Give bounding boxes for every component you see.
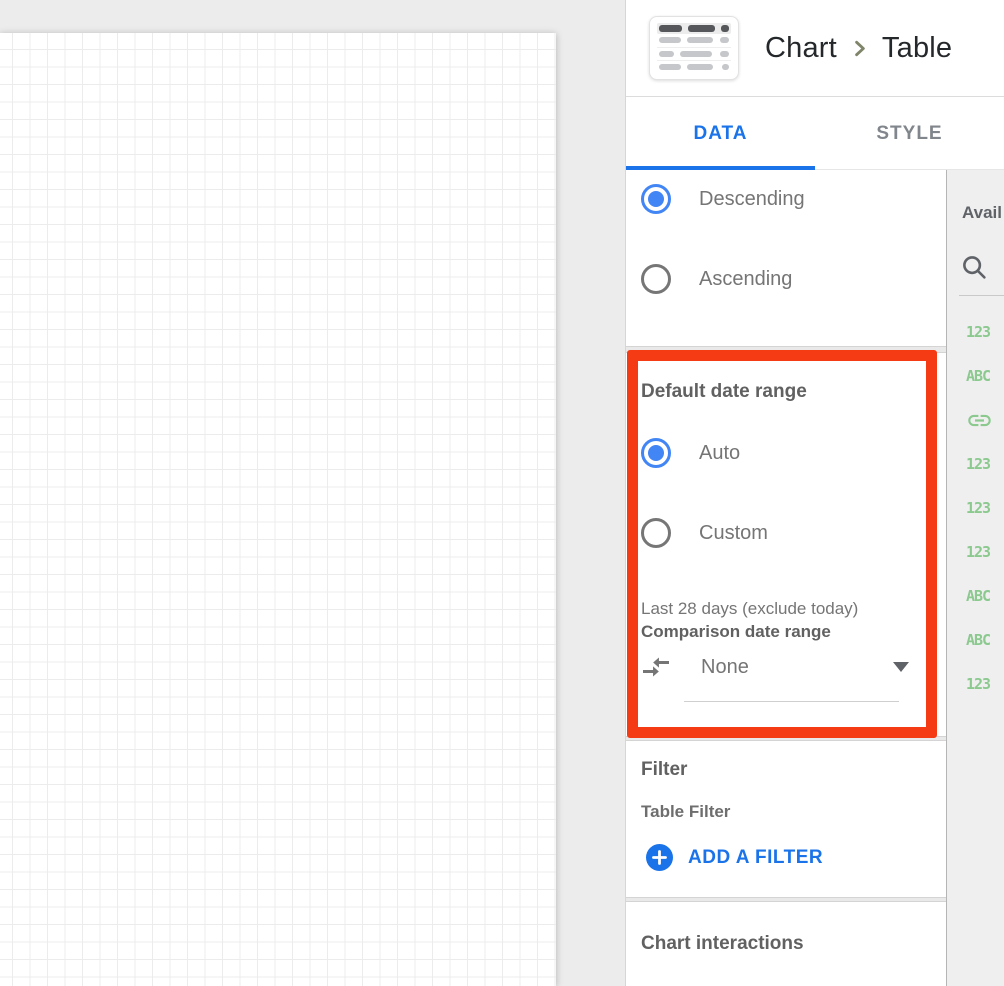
sort-section: Descending Ascending xyxy=(626,170,946,346)
comparison-date-range-label: Comparison date range xyxy=(641,622,831,642)
default-date-range-section: Default date range Auto Custom Last 28 d… xyxy=(626,353,946,741)
field-type-text-icon[interactable]: ABC xyxy=(947,574,1004,618)
table-chart-thumbnail-icon xyxy=(649,16,739,80)
plus-circle-icon xyxy=(646,844,673,871)
filter-subtitle: Table Filter xyxy=(641,802,730,822)
radio-descending-label: Descending xyxy=(699,188,805,211)
radio-auto[interactable] xyxy=(641,438,671,468)
report-canvas-grid[interactable] xyxy=(0,33,556,986)
dropdown-underline xyxy=(684,701,899,702)
panel-tabbar: DATA STYLE xyxy=(626,98,1004,170)
add-filter-button[interactable]: ADD A FILTER xyxy=(646,844,823,871)
compare-arrows-icon xyxy=(641,654,671,680)
breadcrumb-parent[interactable]: Chart xyxy=(765,32,837,65)
date-range-option-custom[interactable]: Custom xyxy=(641,517,768,549)
date-range-current-value: Last 28 days (exclude today) xyxy=(641,599,858,619)
date-range-title: Default date range xyxy=(641,381,807,403)
chart-interactions-section: Chart interactions xyxy=(626,902,946,986)
chevron-right-icon xyxy=(848,37,871,60)
field-type-url-icon[interactable] xyxy=(947,398,1004,442)
tab-data[interactable]: DATA xyxy=(626,98,815,169)
fields-divider xyxy=(959,295,1004,296)
breadcrumb: Chart Table xyxy=(765,32,952,65)
field-type-text-icon[interactable]: ABC xyxy=(947,618,1004,662)
field-type-number-icon[interactable]: 123 xyxy=(947,486,1004,530)
comparison-date-range-dropdown[interactable]: None xyxy=(641,650,931,684)
field-type-number-icon[interactable]: 123 xyxy=(947,530,1004,574)
tab-style[interactable]: STYLE xyxy=(815,98,1004,169)
radio-ascending[interactable] xyxy=(641,264,671,294)
field-type-text-icon[interactable]: ABC xyxy=(947,354,1004,398)
field-type-number-icon[interactable]: 123 xyxy=(947,442,1004,486)
radio-descending[interactable] xyxy=(641,184,671,214)
dropdown-caret-icon xyxy=(893,662,909,672)
comparison-dropdown-value: None xyxy=(701,656,749,679)
add-filter-label: ADD A FILTER xyxy=(688,847,823,869)
date-range-option-auto[interactable]: Auto xyxy=(641,437,740,469)
app-window: Chart Table DATA STYLE Descending Ascend… xyxy=(0,0,1004,986)
radio-auto-label: Auto xyxy=(699,442,740,465)
field-type-list: 123ABC123123123ABCABC123 xyxy=(947,310,1004,706)
breadcrumb-current[interactable]: Table xyxy=(882,32,952,65)
available-fields-panel: Avail 123ABC123123123ABCABC123 xyxy=(946,170,1004,986)
radio-custom[interactable] xyxy=(641,518,671,548)
field-type-number-icon[interactable]: 123 xyxy=(947,310,1004,354)
link-icon xyxy=(966,407,993,434)
chart-interactions-title: Chart interactions xyxy=(641,933,804,955)
available-fields-title: Avail xyxy=(962,203,1002,223)
search-icon[interactable] xyxy=(959,252,989,282)
radio-ascending-label: Ascending xyxy=(699,268,792,291)
radio-custom-label: Custom xyxy=(699,522,768,545)
section-divider xyxy=(626,346,946,353)
sort-option-descending[interactable]: Descending xyxy=(641,183,805,215)
field-type-number-icon[interactable]: 123 xyxy=(947,662,1004,706)
panel-header: Chart Table xyxy=(626,0,1004,97)
sort-option-ascending[interactable]: Ascending xyxy=(641,263,792,295)
filter-title: Filter xyxy=(641,759,687,781)
chart-properties-panel: Chart Table DATA STYLE Descending Ascend… xyxy=(625,0,1004,986)
filter-section: Filter Table Filter ADD A FILTER xyxy=(626,741,946,897)
